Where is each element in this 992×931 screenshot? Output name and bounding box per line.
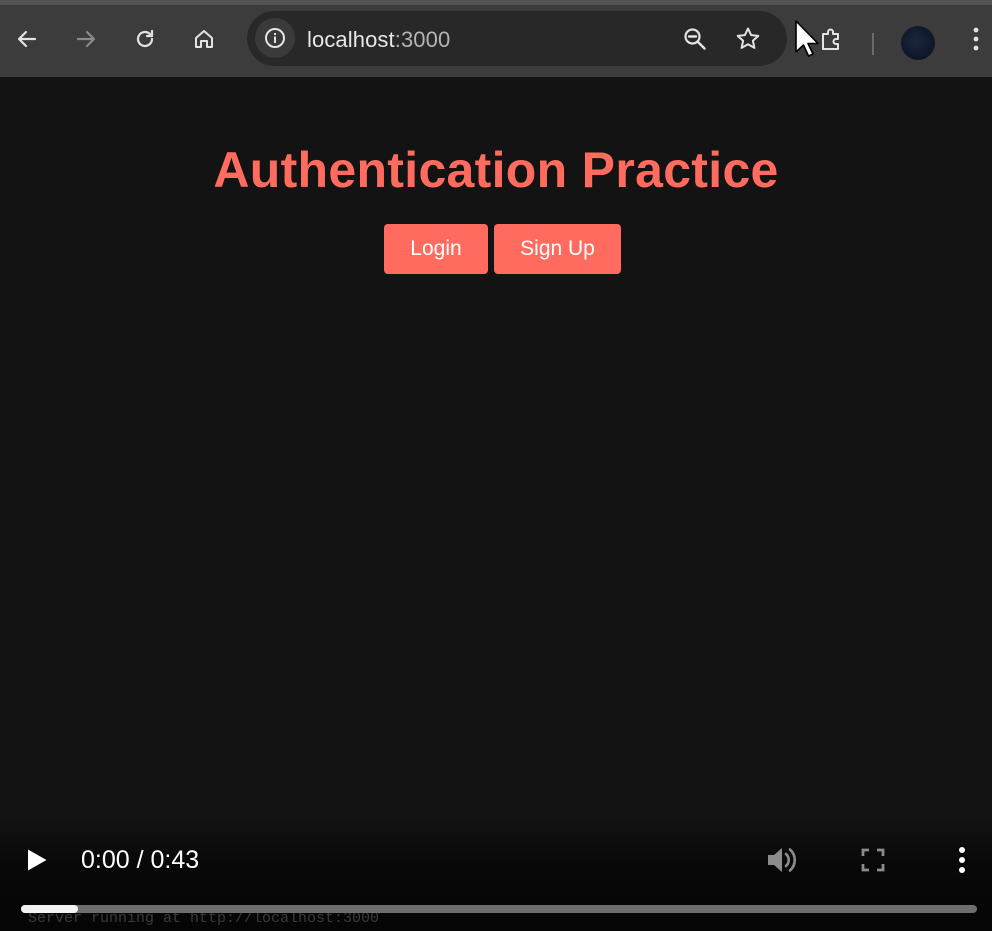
video-controls: Server running at http://localhost:3000 …	[0, 815, 992, 931]
browser-menu-button[interactable]	[959, 22, 992, 56]
video-menu-button[interactable]	[947, 843, 977, 877]
video-time: 0:00 / 0:43	[81, 846, 200, 874]
back-button[interactable]	[10, 22, 44, 56]
reload-icon	[136, 29, 154, 48]
forward-arrow-icon	[76, 30, 96, 48]
video-progress-fill	[21, 905, 79, 913]
more-options-icon	[959, 847, 965, 873]
profile-avatar[interactable]	[901, 26, 935, 60]
mouse-cursor-icon	[795, 20, 819, 57]
zoom-out-icon	[684, 28, 706, 50]
page-body: Authentication Practice Login Sign Up	[0, 77, 992, 931]
puzzle-piece-icon	[822, 28, 839, 50]
zoom-button[interactable]	[680, 24, 710, 54]
info-icon	[265, 28, 285, 48]
fullscreen-icon	[861, 848, 885, 872]
volume-button[interactable]	[763, 843, 801, 877]
forward-button[interactable]	[69, 22, 103, 56]
login-button[interactable]: Login	[384, 224, 488, 274]
site-info-button[interactable]	[255, 18, 295, 58]
star-icon	[736, 27, 760, 49]
play-button[interactable]	[22, 845, 52, 875]
fullscreen-button[interactable]	[857, 844, 889, 876]
back-arrow-icon	[17, 30, 37, 48]
url-port: :3000	[394, 27, 451, 52]
url-text[interactable]: localhost:3000	[307, 27, 450, 53]
signup-button[interactable]: Sign Up	[494, 224, 621, 274]
home-button[interactable]	[187, 22, 221, 56]
page-title: Authentication Practice	[213, 142, 779, 198]
auth-button-group: Login Sign Up	[384, 224, 621, 274]
video-progress-bar[interactable]	[21, 905, 977, 913]
url-host: localhost	[307, 27, 395, 52]
bookmark-button[interactable]	[733, 24, 763, 54]
address-bar[interactable]: localhost:3000	[247, 11, 787, 66]
volume-icon	[768, 848, 797, 872]
play-icon	[28, 849, 47, 871]
home-icon	[195, 30, 213, 48]
reload-button[interactable]	[128, 22, 162, 56]
browser-toolbar: localhost:3000	[0, 0, 992, 77]
kebab-menu-icon	[973, 27, 979, 51]
toolbar-divider	[872, 33, 874, 55]
